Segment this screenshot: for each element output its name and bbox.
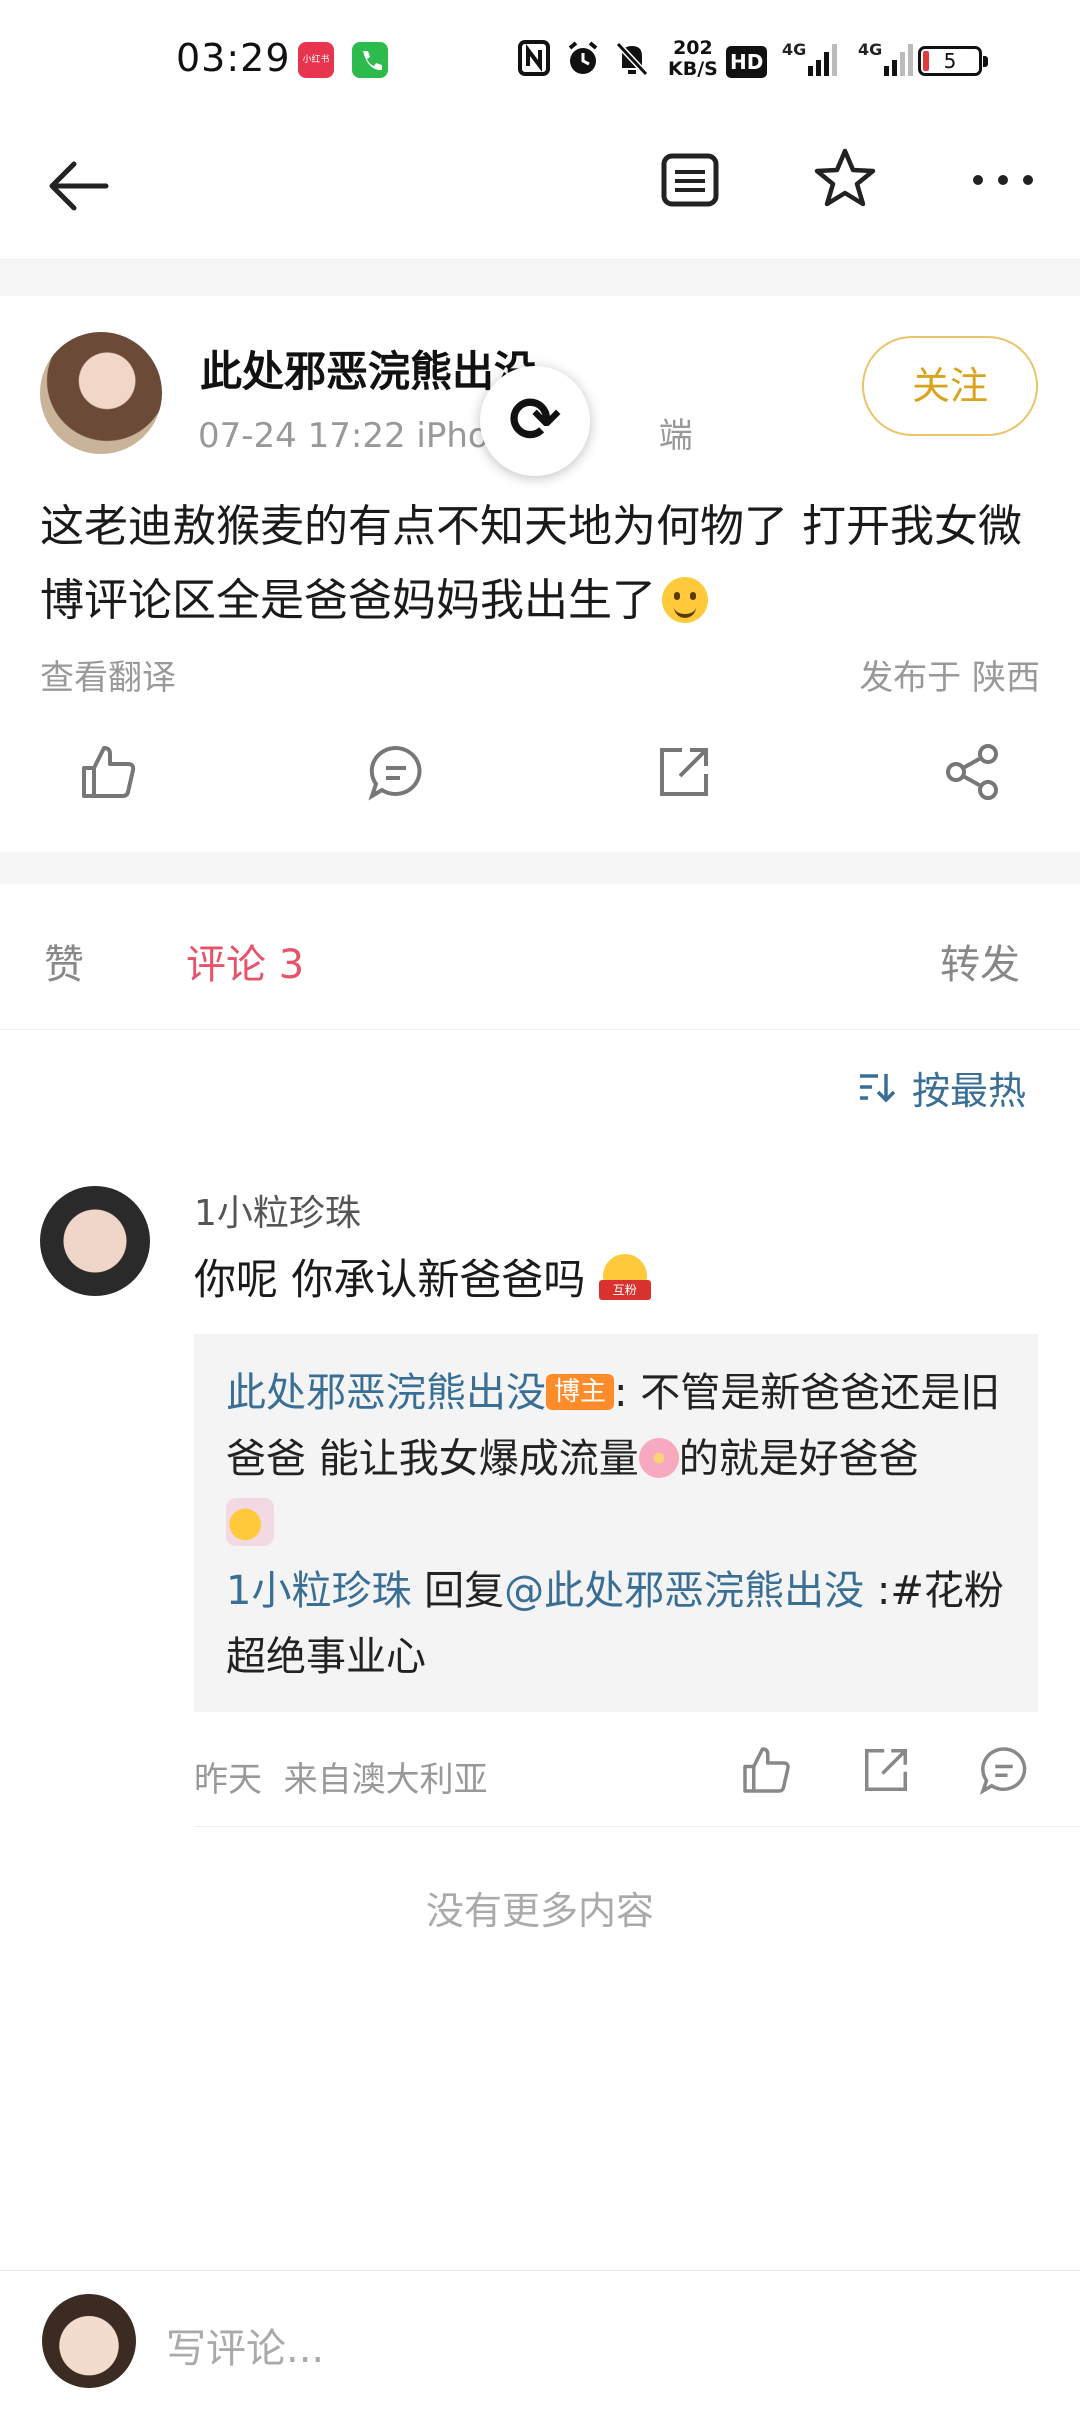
tab-comments[interactable]: 评论 3 [186,932,304,990]
refresh-icon[interactable]: ⟳ [480,366,590,476]
tab-reposts[interactable]: 转发 [940,932,1020,990]
tab-likes[interactable]: 赞 [44,932,84,990]
post-text: 这老迪敖猴麦的有点不知天地为何物了 打开我女微博评论区全是爸爸妈妈我出生了 [40,501,1022,626]
mute-icon [614,40,650,80]
repost-icon[interactable] [652,740,716,804]
more-icon[interactable] [968,160,1038,200]
sort-icon [858,1069,900,1113]
hd-icon: HD [726,46,768,78]
comment-divider [194,1826,1080,1827]
share-icon[interactable] [940,740,1004,804]
comment-text: 你呢 你承认新爸爸吗 互粉 [194,1246,651,1307]
comment-username[interactable]: 1小粒珍珠 [194,1184,361,1236]
signal-4g-icon-2: 4G [858,40,914,80]
flower-emoji-icon [638,1438,679,1478]
alarm-icon [564,40,602,80]
smile-emoji-icon [662,577,708,623]
comment-like-icon[interactable] [738,1742,794,1798]
bottom-comment-bar [0,2270,1080,2412]
hufen-emoji-icon: 互粉 [598,1254,651,1302]
blogger-badge: 博主 [546,1374,615,1410]
comment-meta: 昨天 来自澳大利亚 [194,1760,488,1800]
reply-author[interactable]: 此处邪恶浣熊出没 [226,1370,546,1416]
comment-repost-icon[interactable] [858,1742,914,1798]
follow-button[interactable]: 关注 [862,336,1038,436]
like-icon[interactable] [76,740,140,804]
back-arrow-icon[interactable] [44,150,116,222]
tab-bar [0,884,1080,1030]
xiaohongshu-app-icon: 小红书 [298,42,334,78]
sort-button[interactable]: 按最热 [858,1060,1026,1115]
reply-preview-text: 此处邪恶浣熊出没 博主: 不管是新爸爸还是旧爸爸 能让我女爆成流量 的就是好爸爸 1… [226,1370,1004,1680]
post-meta: 07-24 17:22 iPho 端 [198,416,693,456]
no-more-content: 没有更多内容 [425,1889,654,1933]
author-avatar[interactable] [40,332,162,454]
post-location: 发布于 陕西 [859,658,1040,698]
phone-app-icon [352,42,388,78]
write-comment-input[interactable]: 写评论... [166,2316,324,2374]
comment-icon[interactable] [364,740,428,804]
comment-reply-icon[interactable] [976,1742,1032,1798]
network-speed: 202 KB/S [668,37,718,80]
nfc-icon [518,40,550,80]
signal-4g-icon: 4G [782,40,838,80]
star-icon[interactable] [812,146,878,212]
list-icon[interactable] [660,150,720,210]
shy-emoji-icon [226,1498,274,1546]
commenter-avatar[interactable] [40,1186,150,1296]
author-username[interactable]: 此处邪恶浣熊出没 [200,338,536,399]
my-avatar[interactable] [42,2294,136,2388]
translate-link[interactable]: 查看翻译 [40,650,176,699]
top-nav-bar [0,120,1080,260]
status-time: 03:29 [176,36,291,80]
battery-indicator: 5 [918,46,988,76]
